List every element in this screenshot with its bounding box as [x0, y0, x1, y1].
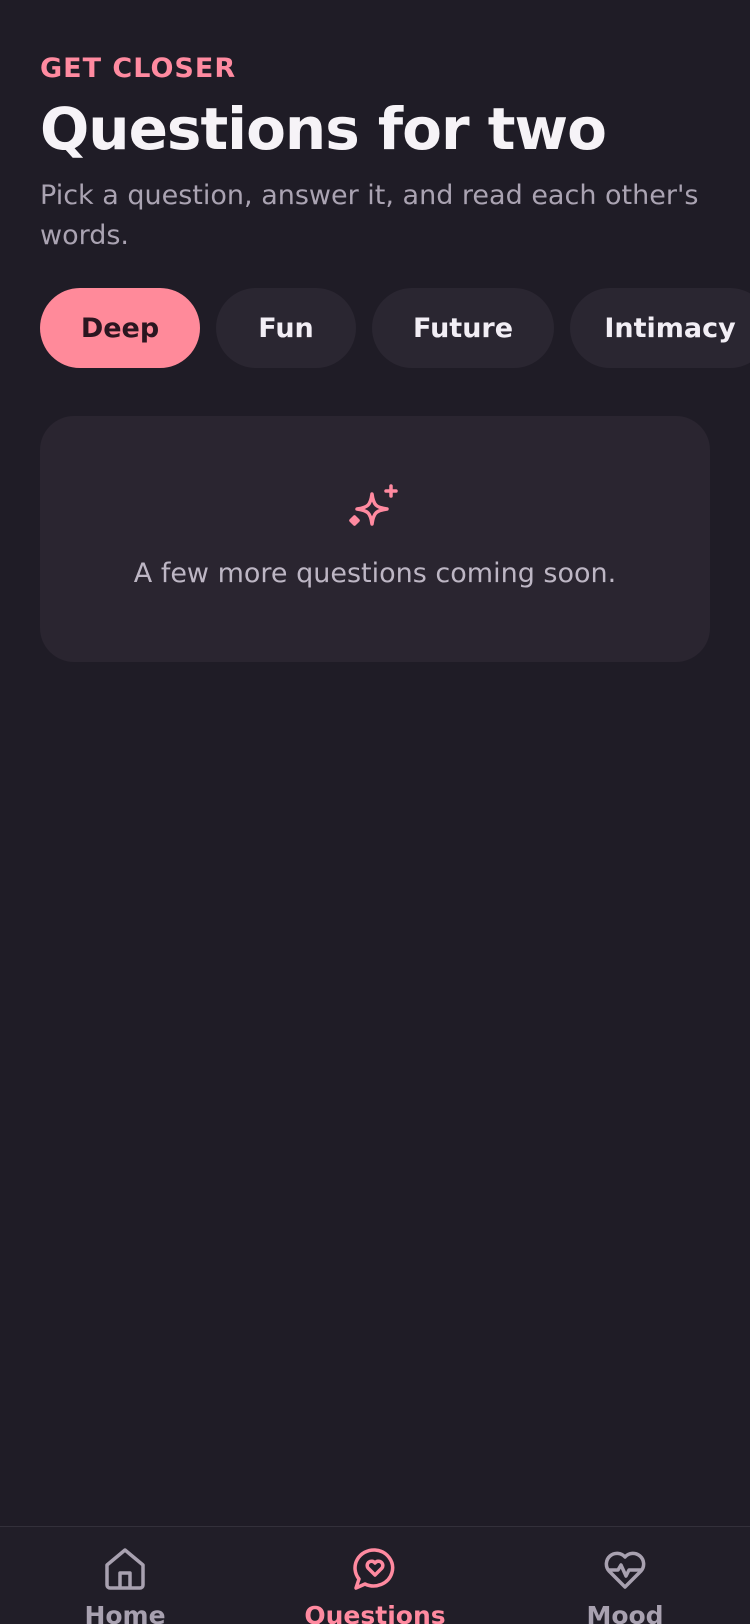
- nav-item-mood[interactable]: Mood: [545, 1545, 705, 1624]
- empty-state-message: A few more questions coming soon.: [133, 558, 617, 589]
- nav-item-home[interactable]: Home: [45, 1545, 205, 1624]
- questions-screen: GET CLOSER Questions for two Pick a ques…: [0, 0, 750, 1624]
- empty-state-card: A few more questions coming soon.: [40, 416, 710, 662]
- heart-pulse-icon: [604, 1551, 646, 1589]
- nav-label-home: Home: [84, 1601, 166, 1624]
- page-subtitle: Pick a question, answer it, and read eac…: [40, 180, 699, 251]
- nav-label-questions: Questions: [304, 1601, 446, 1624]
- page-header: GET CLOSER Questions for two Pick a ques…: [40, 52, 720, 256]
- nav-label-mood: Mood: [586, 1601, 664, 1624]
- tab-deep[interactable]: Deep: [40, 288, 200, 368]
- category-tabs: Deep Fun Future Intimacy: [40, 288, 750, 368]
- home-icon: [105, 1548, 145, 1590]
- sparkle-icon: [349, 484, 398, 526]
- tab-fun[interactable]: Fun: [216, 288, 356, 368]
- tab-intimacy[interactable]: Intimacy: [570, 288, 750, 368]
- tab-future[interactable]: Future: [372, 288, 554, 368]
- eyebrow-label: GET CLOSER: [40, 53, 237, 84]
- heart-chat-icon: [353, 1548, 395, 1590]
- nav-item-questions[interactable]: Questions: [295, 1545, 455, 1624]
- page-title: Questions for two: [40, 95, 607, 163]
- bottom-navigation: Home Questions Mood: [0, 1526, 750, 1624]
